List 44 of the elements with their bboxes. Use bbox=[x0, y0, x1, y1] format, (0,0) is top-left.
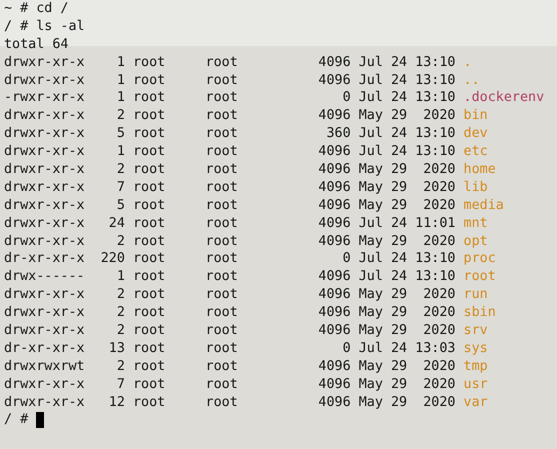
file-details: drwxr-xr-x 5 root root 4096 May 29 2020 bbox=[4, 196, 456, 215]
command-line: ~ # cd / bbox=[4, 0, 68, 18]
file-details: drwxr-xr-x 2 root root 4096 May 29 2020 bbox=[4, 286, 456, 304]
file-details: drwx------ 1 root root 4096 Jul 24 13:10 bbox=[4, 268, 456, 286]
file-name: mnt bbox=[464, 214, 488, 233]
file-name: home bbox=[464, 161, 496, 179]
file-details: dr-xr-xr-x 220 root root 0 Jul 24 13:10 bbox=[4, 250, 456, 268]
file-name: usr bbox=[464, 376, 488, 394]
file-details: drwxr-xr-x 2 root root 4096 May 29 2020 bbox=[4, 107, 456, 126]
file-name: lib bbox=[464, 178, 488, 197]
file-name: bin bbox=[464, 107, 488, 126]
file-details: drwxr-xr-x 1 root root 4096 Jul 24 13:10 bbox=[4, 72, 456, 90]
file-name: opt bbox=[464, 232, 488, 250]
file-name: root bbox=[464, 268, 496, 286]
file-name: sbin bbox=[464, 304, 496, 322]
file-name: .. bbox=[464, 72, 480, 90]
file-name: srv bbox=[464, 322, 488, 340]
file-details: drwxrwxrwt 2 root root 4096 May 29 2020 bbox=[4, 358, 456, 376]
file-details: drwxr-xr-x 24 root root 4096 Jul 24 11:01 bbox=[4, 214, 456, 233]
file-name: media bbox=[464, 196, 504, 215]
file-details: drwxr-xr-x 7 root root 4096 May 29 2020 bbox=[4, 376, 456, 394]
file-name: dev bbox=[464, 125, 488, 144]
file-details: -rwxr-xr-x 1 root root 0 Jul 24 13:10 bbox=[4, 89, 456, 108]
file-details: drwxr-xr-x 1 root root 4096 Jul 24 13:10 bbox=[4, 143, 456, 162]
file-name: proc bbox=[464, 250, 496, 268]
file-details: drwxr-xr-x 2 root root 4096 May 29 2020 bbox=[4, 232, 456, 250]
file-name: etc bbox=[464, 143, 488, 162]
prompt: / # bbox=[4, 411, 28, 430]
file-name: .dockerenv bbox=[464, 89, 544, 108]
output-line: total 64 bbox=[4, 36, 68, 54]
file-details: drwxr-xr-x 2 root root 4096 May 29 2020 bbox=[4, 304, 456, 322]
file-name: run bbox=[464, 286, 488, 304]
file-name: tmp bbox=[464, 358, 488, 376]
file-details: drwxr-xr-x 5 root root 360 Jul 24 13:10 bbox=[4, 125, 456, 144]
file-details: dr-xr-xr-x 13 root root 0 Jul 24 13:03 bbox=[4, 340, 456, 358]
file-details: drwxr-xr-x 7 root root 4096 May 29 2020 bbox=[4, 178, 456, 197]
command-line: / # ls -al bbox=[4, 18, 85, 36]
file-details: drwxr-xr-x 2 root root 4096 May 29 2020 bbox=[4, 322, 456, 340]
file-details: drwxr-xr-x 1 root root 4096 Jul 24 13:10 bbox=[4, 54, 456, 72]
file-name: sys bbox=[464, 340, 488, 358]
file-name: var bbox=[464, 394, 488, 412]
file-details: drwxr-xr-x 12 root root 4096 May 29 2020 bbox=[4, 394, 456, 412]
file-name: . bbox=[464, 54, 472, 72]
file-details: drwxr-xr-x 2 root root 4096 May 29 2020 bbox=[4, 161, 456, 179]
